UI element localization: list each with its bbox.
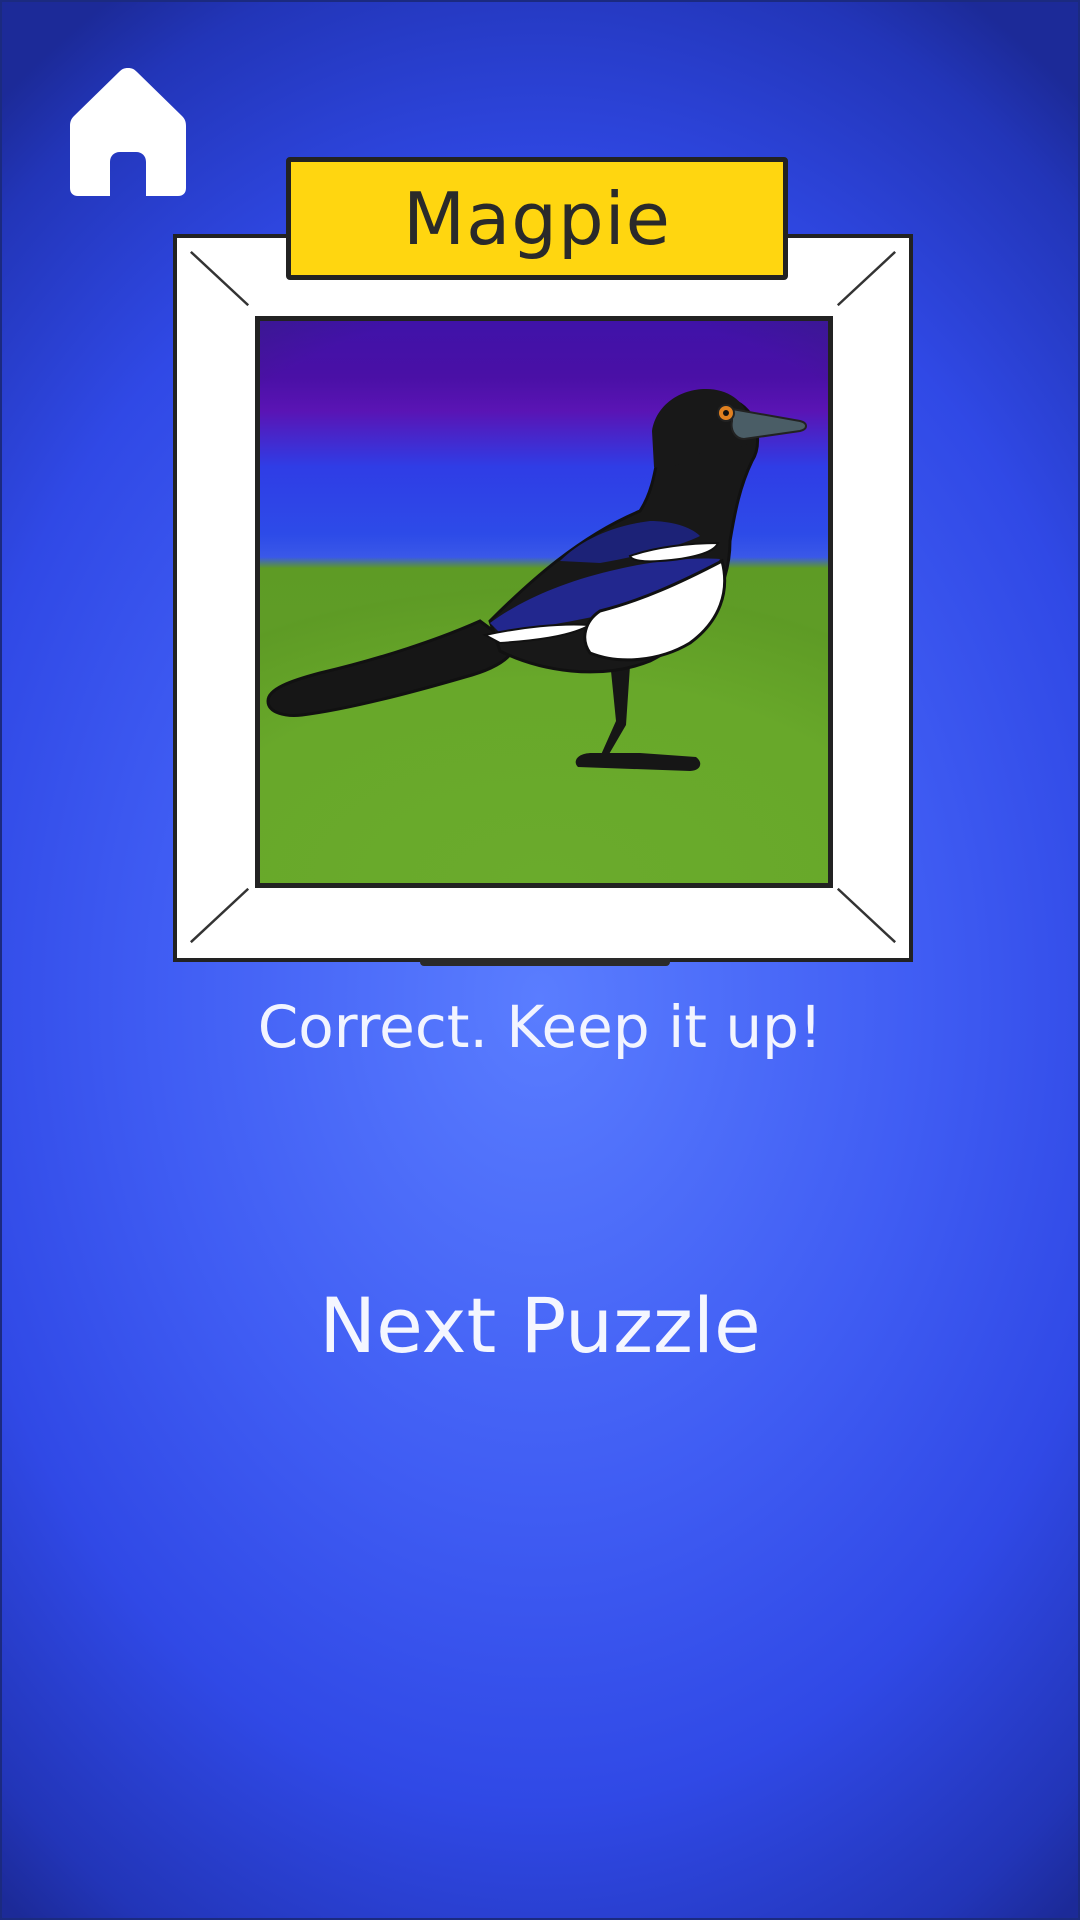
next-puzzle-label: Next Puzzle: [319, 1280, 761, 1370]
bird-name: Magpie: [403, 176, 671, 261]
home-icon: [70, 68, 186, 196]
picture-frame: [173, 234, 913, 962]
magpie-illustration: [266, 389, 807, 771]
feedback-message: Correct. Keep it up!: [257, 993, 823, 1061]
frame-bottom-tab: [420, 958, 670, 966]
next-puzzle-button[interactable]: Next Puzzle: [290, 1270, 790, 1380]
bird-picture: [255, 316, 833, 888]
home-button[interactable]: [66, 64, 190, 198]
bird-name-plate: Magpie: [286, 157, 788, 280]
